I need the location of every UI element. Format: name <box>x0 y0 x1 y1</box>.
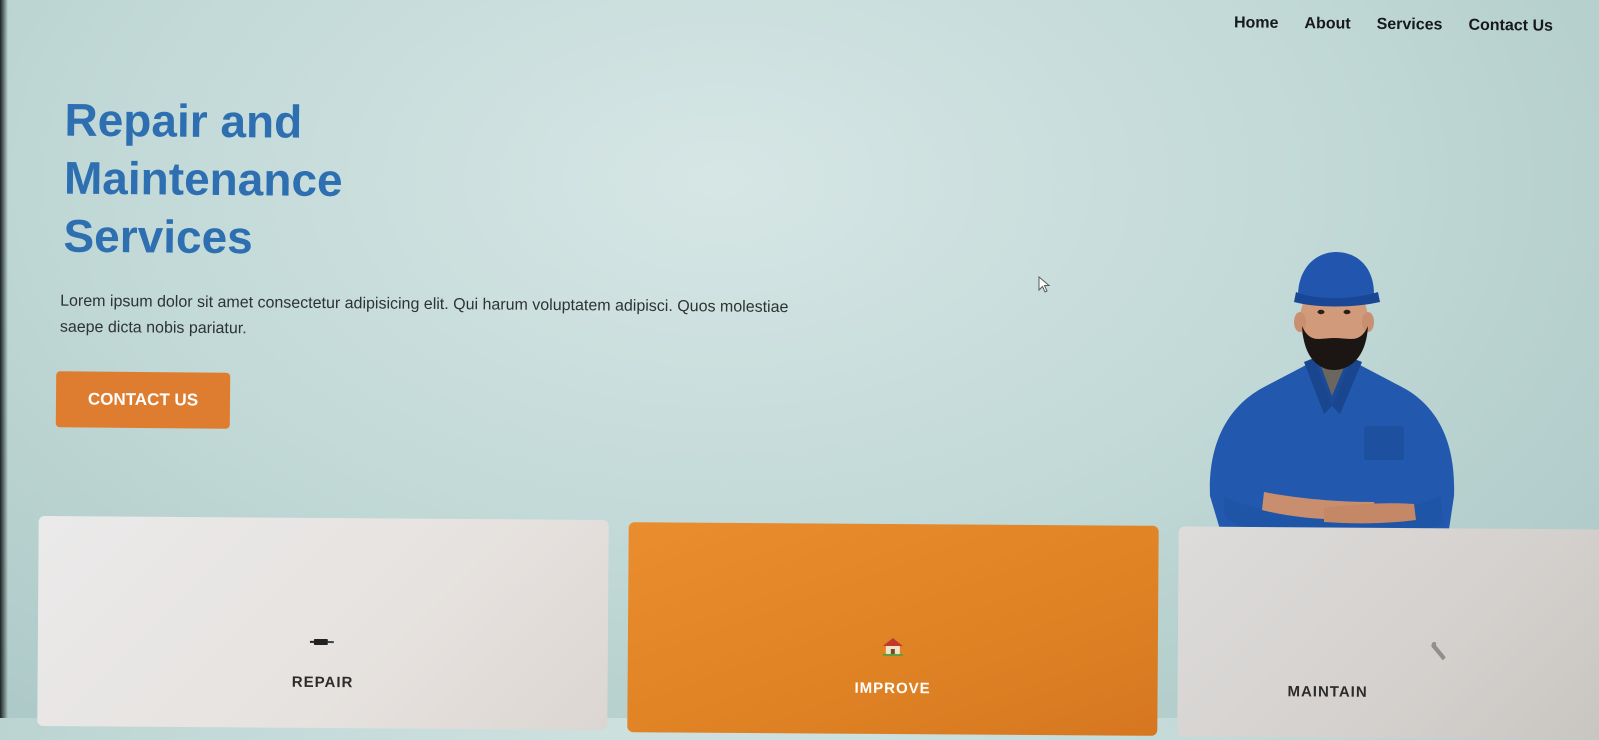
card-label-maintain: MAINTAIN <box>1287 683 1368 701</box>
hero-description: Lorem ipsum dolor sit amet consectetur a… <box>59 292 789 338</box>
card-label-improve: IMPROVE <box>854 679 931 698</box>
nav-contact-us[interactable]: Contact Us <box>1468 17 1553 36</box>
card-label-repair: REPAIR <box>291 673 354 692</box>
tool-icon <box>309 630 336 650</box>
house-icon <box>881 636 905 660</box>
wrench-icon <box>1430 640 1448 666</box>
screen-bezel <box>0 0 8 718</box>
mouse-cursor-icon <box>1038 276 1051 293</box>
main-nav: Home About Services Contact Us <box>1234 14 1553 35</box>
nav-home[interactable]: Home <box>1234 14 1279 32</box>
service-card-maintain[interactable]: MAINTAIN <box>1177 526 1599 740</box>
nav-services[interactable]: Services <box>1377 16 1443 35</box>
nav-about[interactable]: About <box>1304 15 1350 33</box>
contact-us-button[interactable]: CONTACT US <box>55 371 231 429</box>
service-card-repair[interactable]: REPAIR <box>37 516 609 730</box>
service-card-improve[interactable]: IMPROVE <box>627 522 1159 736</box>
worker-image <box>1209 252 1455 536</box>
hero-title: Repair and Maintenance Services <box>63 93 343 264</box>
